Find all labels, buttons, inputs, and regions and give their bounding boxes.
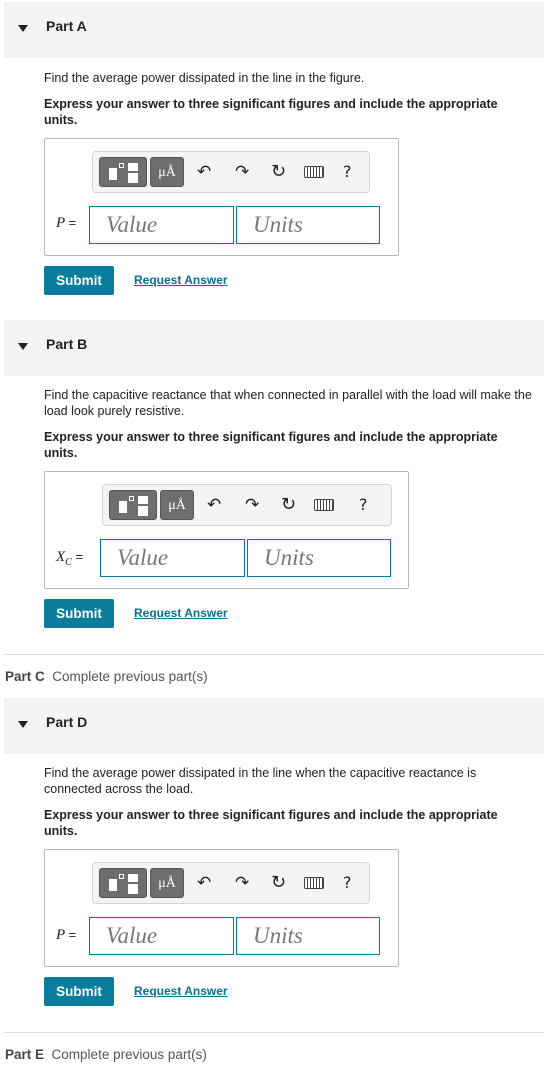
part-a-answer-box: μÅ ↶ ↷ ↻ ? P = Value Units	[44, 138, 399, 256]
templates-button[interactable]	[109, 490, 157, 520]
part-c-label: Part C	[5, 669, 45, 684]
part-d-answer-box: μÅ ↶ ↷ ↻ ? P = Value Units	[44, 849, 399, 967]
units-button[interactable]: μÅ	[150, 868, 184, 898]
redo-icon[interactable]: ↷	[235, 873, 249, 893]
part-c-locked: Part C Complete previous part(s)	[5, 669, 208, 684]
templates-button[interactable]	[99, 868, 147, 898]
help-icon[interactable]: ?	[359, 495, 368, 514]
request-answer-link[interactable]: Request Answer	[134, 606, 228, 620]
part-d-title: Part D	[46, 714, 88, 730]
divider	[4, 654, 544, 655]
part-e-label: Part E	[5, 1047, 45, 1062]
part-b-variable-label: XC =	[56, 549, 84, 568]
collapse-caret-icon[interactable]	[18, 25, 28, 32]
submit-button[interactable]: Submit	[44, 599, 114, 628]
part-d-question: Find the average power dissipated in the…	[44, 766, 477, 796]
undo-icon[interactable]: ↶	[197, 162, 211, 182]
part-d-instruction: Express your answer to three significant…	[44, 808, 498, 838]
part-a-question: Find the average power dissipated in the…	[44, 71, 365, 85]
math-toolbar: μÅ ↶ ↷ ↻ ?	[102, 484, 392, 526]
keyboard-icon[interactable]	[314, 499, 334, 511]
divider	[4, 1032, 544, 1033]
reset-icon[interactable]: ↻	[271, 161, 286, 182]
submit-button[interactable]: Submit	[44, 977, 114, 1006]
submit-button[interactable]: Submit	[44, 266, 114, 295]
value-input[interactable]: Value	[89, 206, 234, 244]
units-input[interactable]: Units	[236, 917, 380, 955]
reset-icon[interactable]: ↻	[271, 872, 286, 893]
part-a-variable-label: P =	[56, 215, 77, 231]
keyboard-icon[interactable]	[304, 166, 324, 178]
part-b-instruction: Express your answer to three significant…	[44, 430, 498, 460]
keyboard-icon[interactable]	[304, 877, 324, 889]
units-input[interactable]: Units	[236, 206, 380, 244]
part-b-answer-box: μÅ ↶ ↷ ↻ ? XC = Value Units	[44, 471, 409, 589]
reset-icon[interactable]: ↻	[281, 494, 296, 515]
templates-button[interactable]	[99, 157, 147, 187]
request-answer-link[interactable]: Request Answer	[134, 273, 228, 287]
part-c-status: Complete previous part(s)	[52, 669, 208, 684]
math-toolbar: μÅ ↶ ↷ ↻ ?	[92, 151, 370, 193]
collapse-caret-icon[interactable]	[18, 721, 28, 728]
value-input[interactable]: Value	[100, 539, 245, 577]
part-e-locked: Part E Complete previous part(s)	[5, 1047, 207, 1062]
part-a-header[interactable]: Part A	[4, 2, 544, 58]
units-button[interactable]: μÅ	[150, 157, 184, 187]
part-d-header[interactable]: Part D	[4, 698, 544, 754]
units-input[interactable]: Units	[247, 539, 391, 577]
part-b-question: Find the capacitive reactance that when …	[44, 388, 532, 418]
value-input[interactable]: Value	[89, 917, 234, 955]
part-a-instruction: Express your answer to three significant…	[44, 97, 498, 127]
part-a-title: Part A	[46, 18, 87, 34]
redo-icon[interactable]: ↷	[245, 495, 259, 515]
redo-icon[interactable]: ↷	[235, 162, 249, 182]
undo-icon[interactable]: ↶	[197, 873, 211, 893]
part-e-status: Complete previous part(s)	[51, 1047, 207, 1062]
help-icon[interactable]: ?	[343, 873, 352, 892]
undo-icon[interactable]: ↶	[207, 495, 221, 515]
help-icon[interactable]: ?	[343, 162, 352, 181]
part-b-title: Part B	[46, 336, 88, 352]
math-toolbar: μÅ ↶ ↷ ↻ ?	[92, 862, 370, 904]
collapse-caret-icon[interactable]	[18, 343, 28, 350]
request-answer-link[interactable]: Request Answer	[134, 984, 228, 998]
part-d-variable-label: P =	[56, 927, 77, 943]
part-b-header[interactable]: Part B	[4, 320, 544, 376]
units-button[interactable]: μÅ	[160, 490, 194, 520]
